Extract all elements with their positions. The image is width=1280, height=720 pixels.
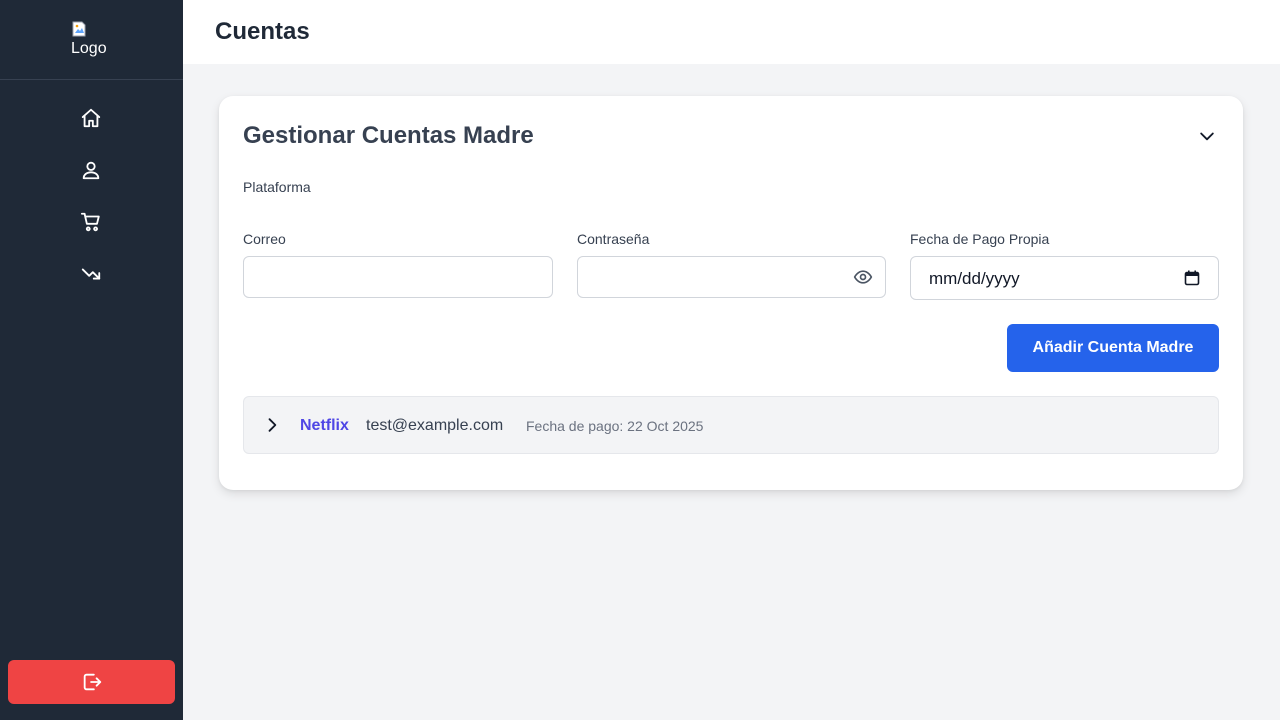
broken-image-icon: [72, 21, 86, 37]
password-field[interactable]: [578, 257, 885, 297]
calendar-icon: [1184, 270, 1200, 286]
sidebar: Logo: [0, 0, 183, 720]
add-parent-account-button[interactable]: Añadir Cuenta Madre: [1007, 324, 1219, 372]
nav-home[interactable]: [79, 106, 103, 130]
email-field-wrap: [243, 256, 553, 298]
logo-area: Logo: [0, 0, 183, 80]
top-bar: Cuentas: [183, 0, 1280, 64]
manage-accounts-card: Gestionar Cuentas Madre Plataforma Corre…: [219, 96, 1243, 490]
date-placeholder: mm/dd/yyyy: [929, 269, 1020, 288]
chevron-right-icon: [268, 418, 277, 432]
password-field-wrap: [577, 256, 886, 298]
payment-date-label: Fecha de Pago Propia: [910, 231, 1050, 247]
cart-icon: [80, 212, 100, 232]
show-password-toggle[interactable]: [853, 267, 873, 287]
account-email: test@example.com: [366, 417, 504, 434]
platform-label: Plataforma: [243, 179, 311, 195]
chevron-down-icon: [1200, 132, 1214, 141]
account-platform: Netflix: [300, 417, 349, 434]
nav-reports[interactable]: [79, 262, 103, 286]
email-label: Correo: [243, 231, 286, 247]
account-payment-date: Fecha de pago: 22 Oct 2025: [526, 418, 704, 434]
page-title: Cuentas: [215, 18, 310, 45]
calendar-picker[interactable]: [1184, 270, 1200, 286]
account-row[interactable]: Netflix test@example.com Fecha de pago: …: [243, 396, 1219, 454]
password-label: Contraseña: [577, 231, 650, 247]
logout-button[interactable]: [8, 660, 175, 704]
logo[interactable]: Logo: [71, 21, 111, 61]
collapse-toggle[interactable]: [1195, 124, 1219, 148]
payment-date-field[interactable]: mm/dd/yyyy: [910, 256, 1219, 300]
home-icon: [81, 108, 101, 128]
nav-users[interactable]: [79, 158, 103, 182]
nav-cart[interactable]: [79, 210, 103, 234]
expand-account-toggle[interactable]: [262, 415, 282, 435]
eye-icon: [853, 270, 873, 284]
user-icon: [82, 161, 100, 180]
logout-icon: [83, 673, 101, 691]
card-title: Gestionar Cuentas Madre: [243, 122, 534, 149]
trending-down-icon: [81, 268, 101, 280]
email-field[interactable]: [244, 257, 552, 297]
logo-alt-text: Logo: [71, 40, 107, 57]
